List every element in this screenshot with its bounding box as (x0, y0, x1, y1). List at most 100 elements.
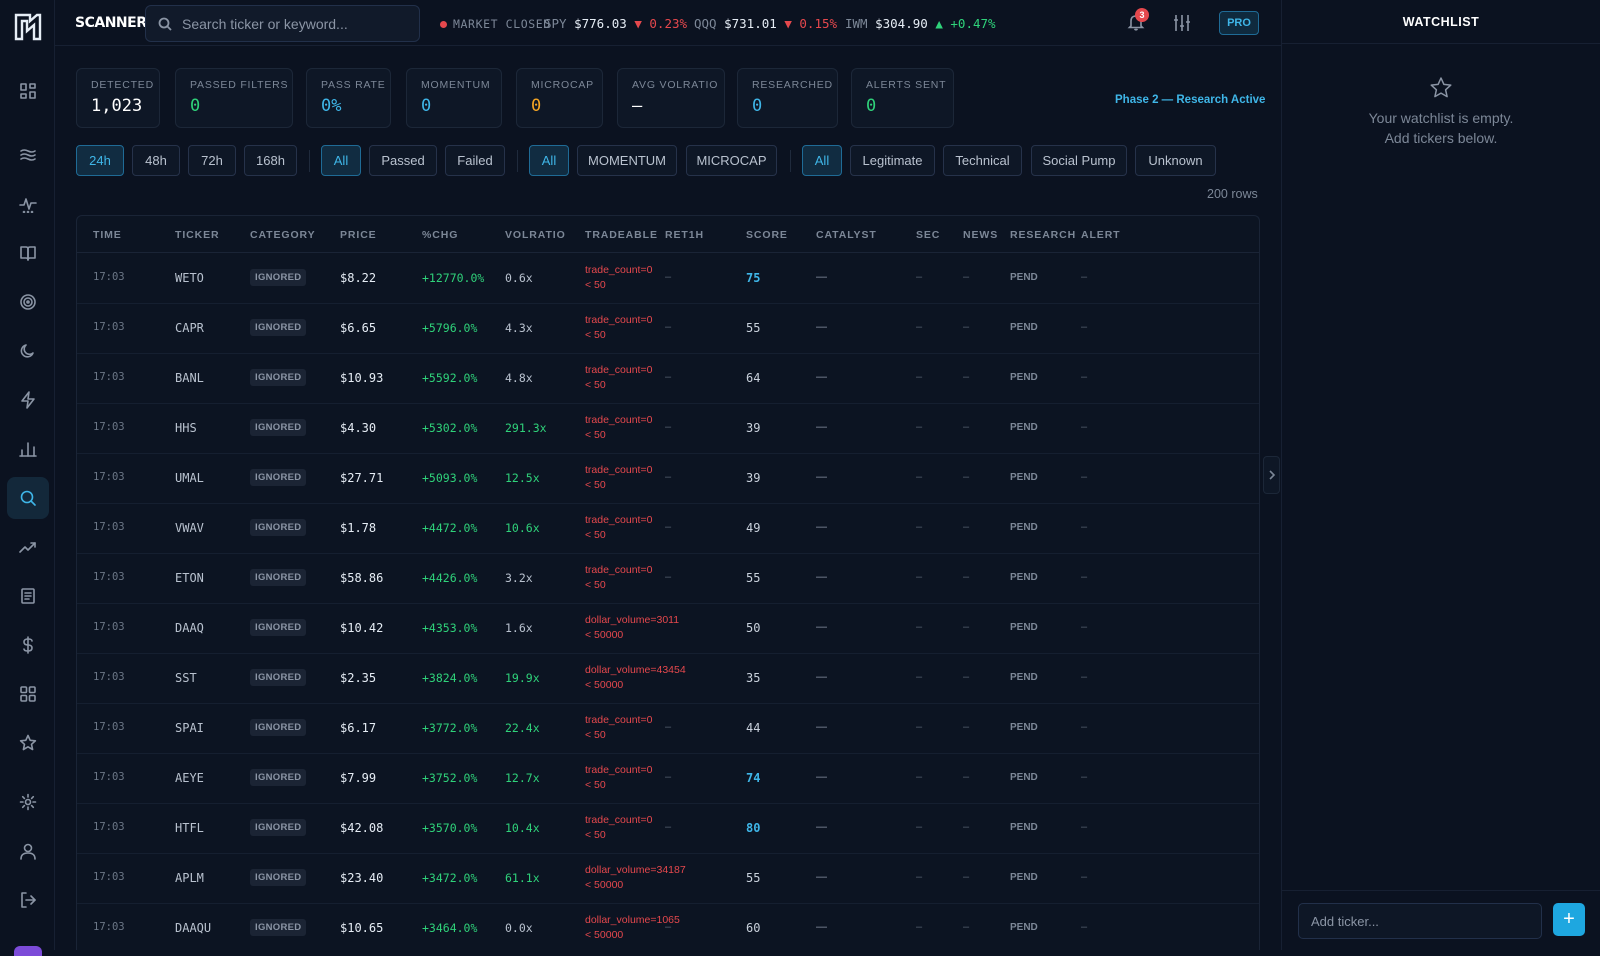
nav-bar-chart-icon[interactable] (7, 428, 49, 470)
cell-alert: – (1081, 921, 1088, 933)
filter-research-social-pump[interactable]: Social Pump (1031, 145, 1127, 176)
tradeable-threshold: < 50 (585, 729, 606, 741)
table-row[interactable]: 17:03 SST IGNORED $2.35 +3824.0% 19.9x 35 — – – PE… (77, 653, 1259, 704)
nav-logout-icon[interactable] (7, 879, 49, 921)
index-ticker-qqq[interactable]: QQQ $731.01 ▼ 0.15% (694, 16, 837, 31)
column-header-news[interactable]: NEWS (963, 229, 998, 241)
cell-score: 55 (746, 871, 761, 885)
table-row[interactable]: 17:03 ETON IGNORED $58.86 +4426.0% 3.2x – 55 — – –… (77, 553, 1259, 604)
column-header-price[interactable]: PRICE (340, 229, 377, 241)
filter-category-microcap[interactable]: MICROCAP (686, 145, 777, 176)
nav-grid-icon[interactable] (7, 673, 49, 715)
filter-research-all[interactable]: All (802, 145, 842, 176)
column-header-alert[interactable]: ALERT (1081, 229, 1121, 241)
nav-star-icon[interactable] (7, 722, 49, 764)
cell-sec: – (916, 471, 923, 483)
cell-change: +5796.0% (422, 321, 478, 335)
cell-alert: – (1081, 571, 1088, 583)
nav-trending-icon[interactable] (7, 526, 49, 568)
cell-tradeable: trade_count=0 < 50 (585, 263, 652, 293)
column-header-score[interactable]: SCORE (746, 229, 788, 241)
search-input[interactable] (182, 15, 402, 32)
index-down-arrow: ▼ (634, 16, 642, 31)
column-header-catalyst[interactable]: CATALYST (816, 229, 877, 241)
cell-tradeable: trade_count=0 < 50 (585, 713, 652, 743)
add-ticker-button[interactable]: + (1553, 903, 1585, 936)
table-row[interactable]: 17:03 DAAQ IGNORED $10.42 +4353.0% 1.6x 50 — – – P… (77, 603, 1259, 654)
add-ticker-input[interactable] (1298, 903, 1542, 939)
nav-feed-icon[interactable] (7, 134, 49, 176)
nav-activity-icon[interactable] (7, 183, 49, 225)
app-logo[interactable] (13, 12, 43, 42)
index-change: +0.47% (950, 16, 996, 31)
filter-status-passed[interactable]: Passed (369, 145, 437, 176)
filter-status-failed[interactable]: Failed (445, 145, 505, 176)
table-row[interactable]: 17:03 VWAV IGNORED $1.78 +4472.0% 10.6x – 49 — – –… (77, 503, 1259, 554)
table-row[interactable]: 17:03 SPAI IGNORED $6.17 +3772.0% 22.4x – 44 — – –… (77, 703, 1259, 754)
table-row[interactable]: 17:03 WETO IGNORED $8.22 +12770.0% 0.6x – 75 — – –… (77, 253, 1259, 304)
nav-dollar-icon[interactable] (7, 624, 49, 666)
table-row[interactable]: 17:03 APLM IGNORED $23.40 +3472.0% 61.1x 55 — – –… (77, 853, 1259, 904)
filter-timeframe-24h[interactable]: 24h (76, 145, 124, 176)
tradeable-reason: dollar_volume=1065 (585, 914, 680, 926)
filter-divider (309, 150, 310, 172)
filter-timeframe-168h[interactable]: 168h (244, 145, 297, 176)
table-row[interactable]: 17:03 BANL IGNORED $10.93 +5592.0% 4.8x – 64 — – –… (77, 353, 1259, 404)
table-row[interactable]: 17:03 UMAL IGNORED $27.71 +5093.0% 12.5x – 39 — –… (77, 453, 1259, 504)
column-header-tradeable[interactable]: TRADEABLE (585, 229, 658, 241)
cell-catalyst: — (816, 421, 827, 433)
column-header-category[interactable]: CATEGORY (250, 229, 316, 241)
cell-news: – (963, 671, 970, 683)
filter-timeframe-48h[interactable]: 48h (132, 145, 180, 176)
nav-news-icon[interactable] (7, 575, 49, 617)
nav-target-icon[interactable] (7, 281, 49, 323)
cell-alert: – (1081, 421, 1088, 433)
nav-book-icon[interactable] (7, 232, 49, 274)
cell-tradeable: dollar_volume=3011 < 50000 (585, 613, 679, 643)
column-header-time[interactable]: TIME (93, 229, 122, 241)
search-box[interactable] (145, 5, 420, 42)
pro-plan-badge[interactable]: PRO (1219, 11, 1259, 35)
table-row[interactable]: 17:03 CAPR IGNORED $6.65 +5796.0% 4.3x – 55 — – – P… (77, 303, 1259, 354)
tradeable-threshold: < 50000 (585, 879, 624, 891)
avatar[interactable] (14, 946, 42, 956)
cell-alert: – (1081, 721, 1088, 733)
nav-lightning-icon[interactable] (7, 379, 49, 421)
cell-news: – (963, 621, 970, 633)
table-row[interactable]: 17:03 HTFL IGNORED $42.08 +3570.0% 10.4x – 80 — –… (77, 803, 1259, 854)
filter-timeframe-72h[interactable]: 72h (188, 145, 236, 176)
table-row[interactable]: 17:03 HHS IGNORED $4.30 +5302.0% 291.3x – 39 — – –… (77, 403, 1259, 454)
column-header-research[interactable]: RESEARCH (1010, 229, 1076, 241)
column-header-ret1h[interactable]: RET1H (665, 229, 704, 241)
filter-category-momentum[interactable]: MOMENTUM (577, 145, 677, 176)
collapse-watchlist-button[interactable] (1263, 456, 1280, 494)
cell-news: – (963, 921, 970, 933)
cell-catalyst: — (816, 771, 827, 783)
market-status-label: MARKET CLOSED (453, 17, 551, 31)
filter-sliders-icon[interactable] (1172, 13, 1192, 38)
filter-research-legitimate[interactable]: Legitimate (850, 145, 935, 176)
watchlist-panel: WATCHLIST Your watchlist is empty. Add t… (1281, 0, 1600, 950)
cell-time: 17:03 (93, 871, 125, 883)
filter-research-technical[interactable]: Technical (943, 145, 1022, 176)
nav-moon-icon[interactable] (7, 330, 49, 372)
column-header-sec[interactable]: SEC (916, 229, 940, 241)
cell-volratio: 0.0x (505, 921, 533, 935)
nav-user-icon[interactable] (7, 830, 49, 872)
filter-category-all[interactable]: All (529, 145, 569, 176)
cell-tradeable: trade_count=0 < 50 (585, 763, 652, 793)
nav-dashboard-icon[interactable] (7, 70, 49, 112)
nav-scanner-search-icon[interactable] (7, 477, 49, 519)
column-header-ticker[interactable]: TICKER (175, 229, 219, 241)
cell-research: PEND (1010, 672, 1038, 683)
cell-tradeable: trade_count=0 < 50 (585, 463, 652, 493)
table-row[interactable]: 17:03 DAAQU IGNORED $10.65 +3464.0% 0.0x – 60 — –… (77, 903, 1259, 950)
table-row[interactable]: 17:03 AEYE IGNORED $7.99 +3752.0% 12.7x – 74 — – –… (77, 753, 1259, 804)
index-ticker-iwm[interactable]: IWM $304.90 ▲ +0.47% (845, 16, 996, 31)
filter-status-all[interactable]: All (321, 145, 361, 176)
column-header-volratio[interactable]: VOLRATIO (505, 229, 566, 241)
nav-settings-gear-icon[interactable] (7, 781, 49, 823)
column-header-change[interactable]: %CHG (422, 229, 458, 241)
index-ticker-spy[interactable]: SPY $776.03 ▼ 0.23% (544, 16, 687, 31)
filter-research-unknown[interactable]: Unknown (1135, 145, 1216, 176)
